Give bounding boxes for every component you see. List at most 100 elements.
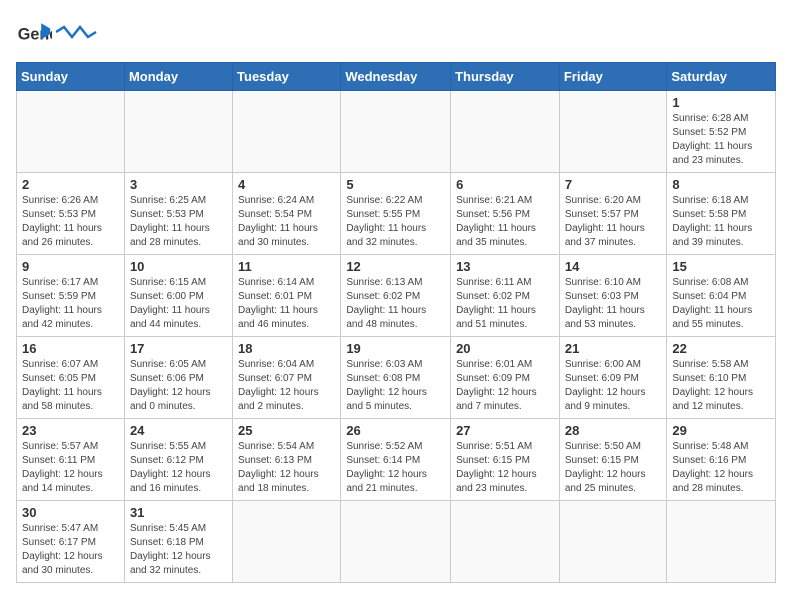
day-info: Sunrise: 5:50 AM Sunset: 6:15 PM Dayligh… bbox=[565, 440, 662, 496]
day-info: Sunrise: 6:01 AM Sunset: 6:09 PM Dayligh… bbox=[456, 358, 554, 414]
day-number: 13 bbox=[456, 259, 554, 274]
day-number: 28 bbox=[565, 423, 662, 438]
calendar-cell: 10 Sunrise: 6:15 AM Sunset: 6:00 PM Dayli… bbox=[124, 255, 232, 337]
day-info: Sunrise: 5:52 AM Sunset: 6:14 PM Dayligh… bbox=[346, 440, 445, 496]
day-info: Sunrise: 6:13 AM Sunset: 6:02 PM Dayligh… bbox=[346, 276, 445, 332]
day-info: Sunrise: 5:45 AM Sunset: 6:18 PM Dayligh… bbox=[130, 522, 227, 578]
day-info: Sunrise: 6:07 AM Sunset: 6:05 PM Dayligh… bbox=[22, 358, 119, 414]
calendar-cell: 7 Sunrise: 6:20 AM Sunset: 5:57 PM Daylig… bbox=[559, 173, 667, 255]
day-number: 31 bbox=[130, 505, 227, 520]
calendar-cell: 27 Sunrise: 5:51 AM Sunset: 6:15 PM Dayli… bbox=[451, 419, 560, 501]
day-info: Sunrise: 6:20 AM Sunset: 5:57 PM Dayligh… bbox=[565, 194, 662, 250]
day-info: Sunrise: 6:15 AM Sunset: 6:00 PM Dayligh… bbox=[130, 276, 227, 332]
weekday-header-monday: Monday bbox=[124, 63, 232, 91]
calendar-week-row: 23 Sunrise: 5:57 AM Sunset: 6:11 PM Dayli… bbox=[17, 419, 776, 501]
day-info: Sunrise: 6:18 AM Sunset: 5:58 PM Dayligh… bbox=[672, 194, 770, 250]
day-number: 11 bbox=[238, 259, 335, 274]
calendar-cell: 9Sunrise: 6:17 AM Sunset: 5:59 PM Daylig… bbox=[17, 255, 125, 337]
day-number: 17 bbox=[130, 341, 227, 356]
calendar-cell: 5Sunrise: 6:22 AM Sunset: 5:55 PM Daylig… bbox=[341, 173, 451, 255]
calendar-cell: 4Sunrise: 6:24 AM Sunset: 5:54 PM Daylig… bbox=[233, 173, 341, 255]
day-info: Sunrise: 5:48 AM Sunset: 6:16 PM Dayligh… bbox=[672, 440, 770, 496]
calendar-week-row: 30 Sunrise: 5:47 AM Sunset: 6:17 PM Dayli… bbox=[17, 501, 776, 583]
calendar-cell: 26 Sunrise: 5:52 AM Sunset: 6:14 PM Dayli… bbox=[341, 419, 451, 501]
day-info: Sunrise: 6:11 AM Sunset: 6:02 PM Dayligh… bbox=[456, 276, 554, 332]
calendar-cell: 25 Sunrise: 5:54 AM Sunset: 6:13 PM Dayli… bbox=[233, 419, 341, 501]
weekday-header-wednesday: Wednesday bbox=[341, 63, 451, 91]
day-number: 20 bbox=[456, 341, 554, 356]
day-info: Sunrise: 5:57 AM Sunset: 6:11 PM Dayligh… bbox=[22, 440, 119, 496]
calendar-cell bbox=[233, 91, 341, 173]
calendar-cell: 13 Sunrise: 6:11 AM Sunset: 6:02 PM Dayli… bbox=[451, 255, 560, 337]
day-number: 22 bbox=[672, 341, 770, 356]
calendar-cell: 30 Sunrise: 5:47 AM Sunset: 6:17 PM Dayli… bbox=[17, 501, 125, 583]
day-info: Sunrise: 5:55 AM Sunset: 6:12 PM Dayligh… bbox=[130, 440, 227, 496]
calendar-cell bbox=[559, 91, 667, 173]
calendar-week-row: 9Sunrise: 6:17 AM Sunset: 5:59 PM Daylig… bbox=[17, 255, 776, 337]
weekday-header-sunday: Sunday bbox=[17, 63, 125, 91]
calendar-cell: 14Sunrise: 6:10 AM Sunset: 6:03 PM Dayli… bbox=[559, 255, 667, 337]
day-number: 16 bbox=[22, 341, 119, 356]
weekday-header-tuesday: Tuesday bbox=[233, 63, 341, 91]
day-info: Sunrise: 6:21 AM Sunset: 5:56 PM Dayligh… bbox=[456, 194, 554, 250]
weekday-header-friday: Friday bbox=[559, 63, 667, 91]
day-number: 30 bbox=[22, 505, 119, 520]
calendar-cell bbox=[341, 91, 451, 173]
day-info: Sunrise: 6:28 AM Sunset: 5:52 PM Dayligh… bbox=[672, 112, 770, 168]
day-info: Sunrise: 6:05 AM Sunset: 6:06 PM Dayligh… bbox=[130, 358, 227, 414]
calendar-cell: 21Sunrise: 6:00 AM Sunset: 6:09 PM Dayli… bbox=[559, 337, 667, 419]
calendar-cell: 3 Sunrise: 6:25 AM Sunset: 5:53 PM Daylig… bbox=[124, 173, 232, 255]
day-info: Sunrise: 6:04 AM Sunset: 6:07 PM Dayligh… bbox=[238, 358, 335, 414]
day-info: Sunrise: 6:25 AM Sunset: 5:53 PM Dayligh… bbox=[130, 194, 227, 250]
calendar-week-row: 16 Sunrise: 6:07 AM Sunset: 6:05 PM Dayli… bbox=[17, 337, 776, 419]
calendar-cell: 22Sunrise: 5:58 AM Sunset: 6:10 PM Dayli… bbox=[667, 337, 776, 419]
calendar-header-row: SundayMondayTuesdayWednesdayThursdayFrid… bbox=[17, 63, 776, 91]
day-number: 26 bbox=[346, 423, 445, 438]
day-number: 21 bbox=[565, 341, 662, 356]
calendar-cell: 1 Sunrise: 6:28 AM Sunset: 5:52 PM Daylig… bbox=[667, 91, 776, 173]
calendar-cell: 23 Sunrise: 5:57 AM Sunset: 6:11 PM Dayli… bbox=[17, 419, 125, 501]
day-number: 1 bbox=[672, 95, 770, 110]
calendar-cell bbox=[341, 501, 451, 583]
day-number: 8 bbox=[672, 177, 770, 192]
calendar-cell bbox=[559, 501, 667, 583]
calendar-cell bbox=[451, 91, 560, 173]
calendar-cell: 29 Sunrise: 5:48 AM Sunset: 6:16 PM Dayli… bbox=[667, 419, 776, 501]
calendar-cell: 2Sunrise: 6:26 AM Sunset: 5:53 PM Daylig… bbox=[17, 173, 125, 255]
day-info: Sunrise: 6:08 AM Sunset: 6:04 PM Dayligh… bbox=[672, 276, 770, 332]
day-info: Sunrise: 5:47 AM Sunset: 6:17 PM Dayligh… bbox=[22, 522, 119, 578]
calendar-cell: 18 Sunrise: 6:04 AM Sunset: 6:07 PM Dayli… bbox=[233, 337, 341, 419]
logo-wave-icon bbox=[56, 25, 98, 39]
day-info: Sunrise: 6:14 AM Sunset: 6:01 PM Dayligh… bbox=[238, 276, 335, 332]
weekday-header-saturday: Saturday bbox=[667, 63, 776, 91]
day-number: 12 bbox=[346, 259, 445, 274]
calendar-cell: 11 Sunrise: 6:14 AM Sunset: 6:01 PM Dayli… bbox=[233, 255, 341, 337]
day-number: 4 bbox=[238, 177, 335, 192]
calendar-cell bbox=[17, 91, 125, 173]
day-number: 3 bbox=[130, 177, 227, 192]
weekday-header-thursday: Thursday bbox=[451, 63, 560, 91]
day-info: Sunrise: 6:26 AM Sunset: 5:53 PM Dayligh… bbox=[22, 194, 119, 250]
day-number: 29 bbox=[672, 423, 770, 438]
calendar-cell: 6Sunrise: 6:21 AM Sunset: 5:56 PM Daylig… bbox=[451, 173, 560, 255]
calendar-cell bbox=[233, 501, 341, 583]
day-number: 25 bbox=[238, 423, 335, 438]
calendar-cell: 24Sunrise: 5:55 AM Sunset: 6:12 PM Dayli… bbox=[124, 419, 232, 501]
day-number: 7 bbox=[565, 177, 662, 192]
day-number: 27 bbox=[456, 423, 554, 438]
calendar-cell: 12 Sunrise: 6:13 AM Sunset: 6:02 PM Dayli… bbox=[341, 255, 451, 337]
day-number: 10 bbox=[130, 259, 227, 274]
calendar-cell: 15Sunrise: 6:08 AM Sunset: 6:04 PM Dayli… bbox=[667, 255, 776, 337]
day-info: Sunrise: 5:51 AM Sunset: 6:15 PM Dayligh… bbox=[456, 440, 554, 496]
calendar-cell bbox=[451, 501, 560, 583]
calendar-cell: 8 Sunrise: 6:18 AM Sunset: 5:58 PM Daylig… bbox=[667, 173, 776, 255]
calendar-cell bbox=[667, 501, 776, 583]
day-number: 9 bbox=[22, 259, 119, 274]
day-number: 23 bbox=[22, 423, 119, 438]
calendar-table: SundayMondayTuesdayWednesdayThursdayFrid… bbox=[16, 62, 776, 583]
logo: General bbox=[16, 16, 98, 52]
day-info: Sunrise: 6:03 AM Sunset: 6:08 PM Dayligh… bbox=[346, 358, 445, 414]
calendar-week-row: 1 Sunrise: 6:28 AM Sunset: 5:52 PM Daylig… bbox=[17, 91, 776, 173]
day-number: 18 bbox=[238, 341, 335, 356]
day-info: Sunrise: 5:54 AM Sunset: 6:13 PM Dayligh… bbox=[238, 440, 335, 496]
